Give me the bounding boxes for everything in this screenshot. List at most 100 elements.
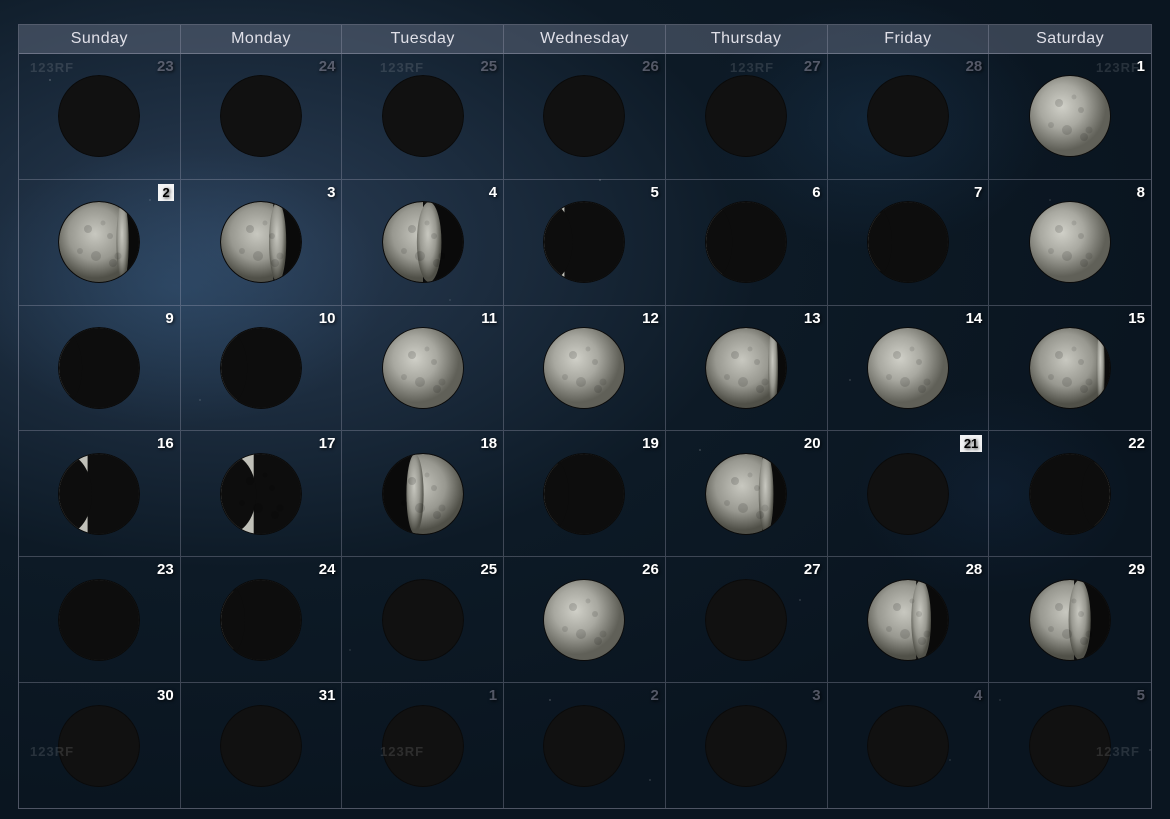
day-number: 4 (489, 184, 497, 201)
week-row-2: 9 10 11 12 13 14 15 (19, 306, 1151, 432)
day-cell-0-0: 23 (19, 54, 181, 179)
calendar-container: SundayMondayTuesdayWednesdayThursdayFrid… (0, 0, 1170, 819)
day-number: 19 (642, 435, 659, 452)
moon-phase (58, 705, 140, 787)
day-cell-2-3: 12 (504, 306, 666, 431)
day-number: 26 (642, 561, 659, 578)
moon-phase (220, 75, 302, 157)
moon-phase (58, 453, 140, 535)
day-headers: SundayMondayTuesdayWednesdayThursdayFrid… (19, 25, 1151, 54)
day-number: 22 (1128, 435, 1145, 452)
moon-phase (705, 579, 787, 661)
moon-phase (58, 201, 140, 283)
moon-phase (220, 453, 302, 535)
day-header-wednesday: Wednesday (504, 25, 666, 53)
moon-phase (867, 75, 949, 157)
day-cell-0-2: 25 (342, 54, 504, 179)
moon-phase (543, 75, 625, 157)
day-cell-2-2: 11 (342, 306, 504, 431)
day-cell-5-6: 5 (989, 683, 1151, 808)
day-number: 24 (319, 561, 336, 578)
day-cell-0-4: 27 (666, 54, 828, 179)
moon-phase (220, 201, 302, 283)
day-number: 13 (804, 310, 821, 327)
moon-phase (58, 75, 140, 157)
day-number: 3 (812, 687, 820, 704)
moon-phase (543, 579, 625, 661)
day-cell-2-0: 9 (19, 306, 181, 431)
day-number: 23 (157, 561, 174, 578)
day-cell-2-1: 10 (181, 306, 343, 431)
moon-phase (1029, 75, 1111, 157)
moon-phase (705, 327, 787, 409)
moon-phase (220, 705, 302, 787)
day-cell-1-6: 8 (989, 180, 1151, 305)
day-number: 27 (804, 561, 821, 578)
moon-phase (220, 327, 302, 409)
day-cell-1-2: 4 (342, 180, 504, 305)
day-number: 6 (812, 184, 820, 201)
day-number: 9 (165, 310, 173, 327)
day-number: 2 (158, 184, 173, 201)
day-cell-4-6: 29 (989, 557, 1151, 682)
day-number: 1 (1137, 58, 1145, 75)
day-number: 25 (480, 561, 497, 578)
day-cell-4-3: 26 (504, 557, 666, 682)
week-row-4: 23 24 25 26 27 28 29 (19, 557, 1151, 683)
day-number: 26 (642, 58, 659, 75)
moon-phase (382, 327, 464, 409)
moon-phase (58, 327, 140, 409)
day-number: 2 (651, 687, 659, 704)
day-number: 3 (327, 184, 335, 201)
day-cell-5-5: 4 (828, 683, 990, 808)
day-cell-3-0: 16 (19, 431, 181, 556)
day-cell-4-2: 25 (342, 557, 504, 682)
moon-phase (543, 201, 625, 283)
week-row-0: 2324252627281 (19, 54, 1151, 180)
day-cell-1-3: 5 (504, 180, 666, 305)
moon-phase (867, 201, 949, 283)
day-number: 17 (319, 435, 336, 452)
day-number: 18 (480, 435, 497, 452)
day-cell-5-2: 1 (342, 683, 504, 808)
moon-phase (382, 75, 464, 157)
day-cell-5-0: 30 (19, 683, 181, 808)
day-cell-4-1: 24 (181, 557, 343, 682)
day-cell-1-1: 3 (181, 180, 343, 305)
day-cell-3-3: 19 (504, 431, 666, 556)
moon-phase (1029, 579, 1111, 661)
moon-phase (220, 579, 302, 661)
day-cell-5-4: 3 (666, 683, 828, 808)
week-row-1: 2 3 4 5 6 78 (19, 180, 1151, 306)
day-number: 25 (480, 58, 497, 75)
day-cell-2-5: 14 (828, 306, 990, 431)
day-number: 14 (966, 310, 983, 327)
moon-phase (1029, 327, 1111, 409)
day-cell-0-1: 24 (181, 54, 343, 179)
day-header-sunday: Sunday (19, 25, 181, 53)
day-number: 4 (974, 687, 982, 704)
day-header-tuesday: Tuesday (342, 25, 504, 53)
calendar-header (18, 10, 1152, 24)
day-number: 10 (319, 310, 336, 327)
day-number: 5 (651, 184, 659, 201)
day-number: 20 (804, 435, 821, 452)
moon-phase (382, 453, 464, 535)
day-cell-1-5: 7 (828, 180, 990, 305)
moon-phase (867, 705, 949, 787)
day-number: 12 (642, 310, 659, 327)
moon-phase (543, 705, 625, 787)
day-number: 28 (966, 561, 983, 578)
moon-phase (1029, 201, 1111, 283)
day-number: 16 (157, 435, 174, 452)
day-cell-5-3: 2 (504, 683, 666, 808)
moon-phase (867, 327, 949, 409)
day-number: 1 (489, 687, 497, 704)
day-number: 7 (974, 184, 982, 201)
day-header-monday: Monday (181, 25, 343, 53)
moon-phase (705, 453, 787, 535)
day-number: 15 (1128, 310, 1145, 327)
week-row-5: 303112345 (19, 683, 1151, 808)
day-header-saturday: Saturday (989, 25, 1151, 53)
moon-phase (705, 75, 787, 157)
